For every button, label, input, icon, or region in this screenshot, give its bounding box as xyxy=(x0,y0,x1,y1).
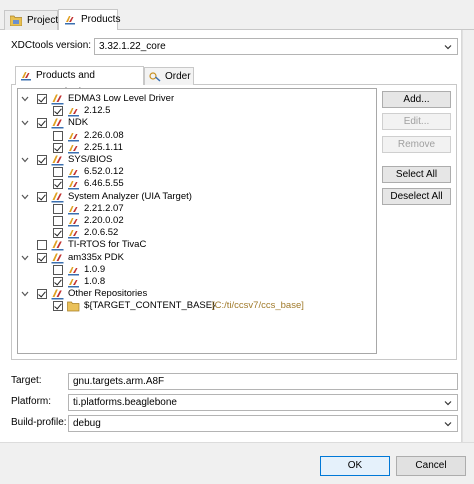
platform-value: ti.platforms.beaglebone xyxy=(73,397,177,408)
xdc-label: XDCtools version: xyxy=(11,40,92,51)
expand-arrow-icon[interactable] xyxy=(21,95,29,103)
tree-item-label: ${TARGET_CONTENT_BASE} xyxy=(84,300,216,312)
tab-products[interactable]: Products xyxy=(58,9,121,30)
expand-arrow-icon[interactable] xyxy=(21,254,29,262)
tree-version-row[interactable]: ${TARGET_CONTENT_BASE} [C:/ti/ccsv7/ccs_b… xyxy=(18,298,374,313)
select-all-button[interactable]: Select All xyxy=(382,166,451,183)
chevron-down-icon xyxy=(444,422,452,427)
products-icon xyxy=(21,72,31,81)
expand-arrow-icon[interactable] xyxy=(21,156,29,164)
target-field[interactable]: gnu.targets.arm.A8F xyxy=(68,373,458,390)
tab-products-label: Products xyxy=(81,14,121,25)
products-tree[interactable]: EDMA3 Low Level Driver 2.12.5 NDK 2.26.0.08… xyxy=(17,88,377,354)
products-icon xyxy=(65,16,75,25)
tab-order-label: Order xyxy=(165,71,191,82)
order-icon xyxy=(149,72,161,82)
build-profile-label: Build-profile: xyxy=(11,417,67,428)
edit-button[interactable]: Edit... xyxy=(382,113,451,130)
tree-checkbox[interactable] xyxy=(53,301,63,312)
tab-project[interactable]: Project xyxy=(4,10,58,30)
expand-arrow-icon[interactable] xyxy=(21,290,29,298)
chevron-down-icon xyxy=(444,401,452,406)
ok-button[interactable]: OK xyxy=(320,456,390,476)
expand-arrow-icon[interactable] xyxy=(21,193,29,201)
add-button[interactable]: Add... xyxy=(382,91,451,108)
xdc-version-value: 3.32.1.22_core xyxy=(99,41,166,52)
build-profile-value: debug xyxy=(73,418,101,429)
project-icon xyxy=(10,15,22,26)
chevron-down-icon xyxy=(444,45,452,50)
target-label: Target: xyxy=(11,375,42,386)
tab-products-and-repositories[interactable]: Products and Repositories xyxy=(15,66,144,98)
remove-button[interactable]: Remove xyxy=(382,136,451,153)
vertical-scrollbar[interactable] xyxy=(462,30,474,442)
build-profile-select[interactable]: debug xyxy=(68,415,458,432)
target-value: gnu.targets.arm.A8F xyxy=(73,376,165,387)
tree-item-path: [C:/ti/ccsv7/ccs_base] xyxy=(212,300,304,312)
expand-arrow-icon[interactable] xyxy=(21,119,29,127)
xdc-version-select[interactable]: 3.32.1.22_core xyxy=(94,38,458,55)
tab-project-label: Project xyxy=(27,15,59,26)
tab-order[interactable]: Order xyxy=(144,67,194,85)
deselect-all-button[interactable]: Deselect All xyxy=(382,188,451,205)
cancel-button[interactable]: Cancel xyxy=(396,456,466,476)
folder-icon xyxy=(67,302,80,312)
platform-label: Platform: xyxy=(11,396,52,407)
platform-select[interactable]: ti.platforms.beaglebone xyxy=(68,394,458,411)
